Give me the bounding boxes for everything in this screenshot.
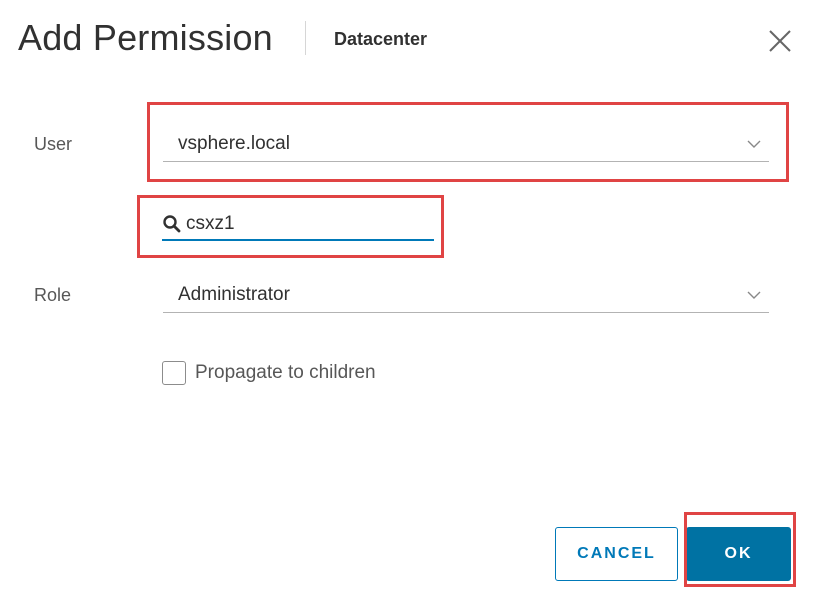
user-search-field[interactable] <box>162 207 434 241</box>
header-divider <box>305 21 306 55</box>
role-select[interactable]: Administrator <box>163 277 769 313</box>
search-icon <box>163 215 181 233</box>
ok-button[interactable]: OK <box>686 527 791 581</box>
user-search-input[interactable] <box>186 211 426 237</box>
propagate-label: Propagate to children <box>195 362 376 383</box>
dialog-title: Add Permission <box>18 17 273 58</box>
user-label: User <box>34 134 73 154</box>
propagate-checkbox[interactable] <box>162 361 186 385</box>
close-icon <box>769 30 791 52</box>
chevron-down-icon <box>747 140 761 148</box>
cancel-button[interactable]: CANCEL <box>555 527 678 581</box>
user-domain-select[interactable]: vsphere.local <box>163 126 769 162</box>
user-domain-value: vsphere.local <box>178 133 290 154</box>
dialog-subtitle: Datacenter <box>334 29 428 49</box>
chevron-down-icon <box>747 291 761 299</box>
role-value: Administrator <box>178 284 290 305</box>
add-permission-dialog: Add Permission Datacenter User vsphere.l… <box>0 0 813 598</box>
close-button[interactable] <box>766 27 794 55</box>
role-label: Role <box>34 285 72 305</box>
